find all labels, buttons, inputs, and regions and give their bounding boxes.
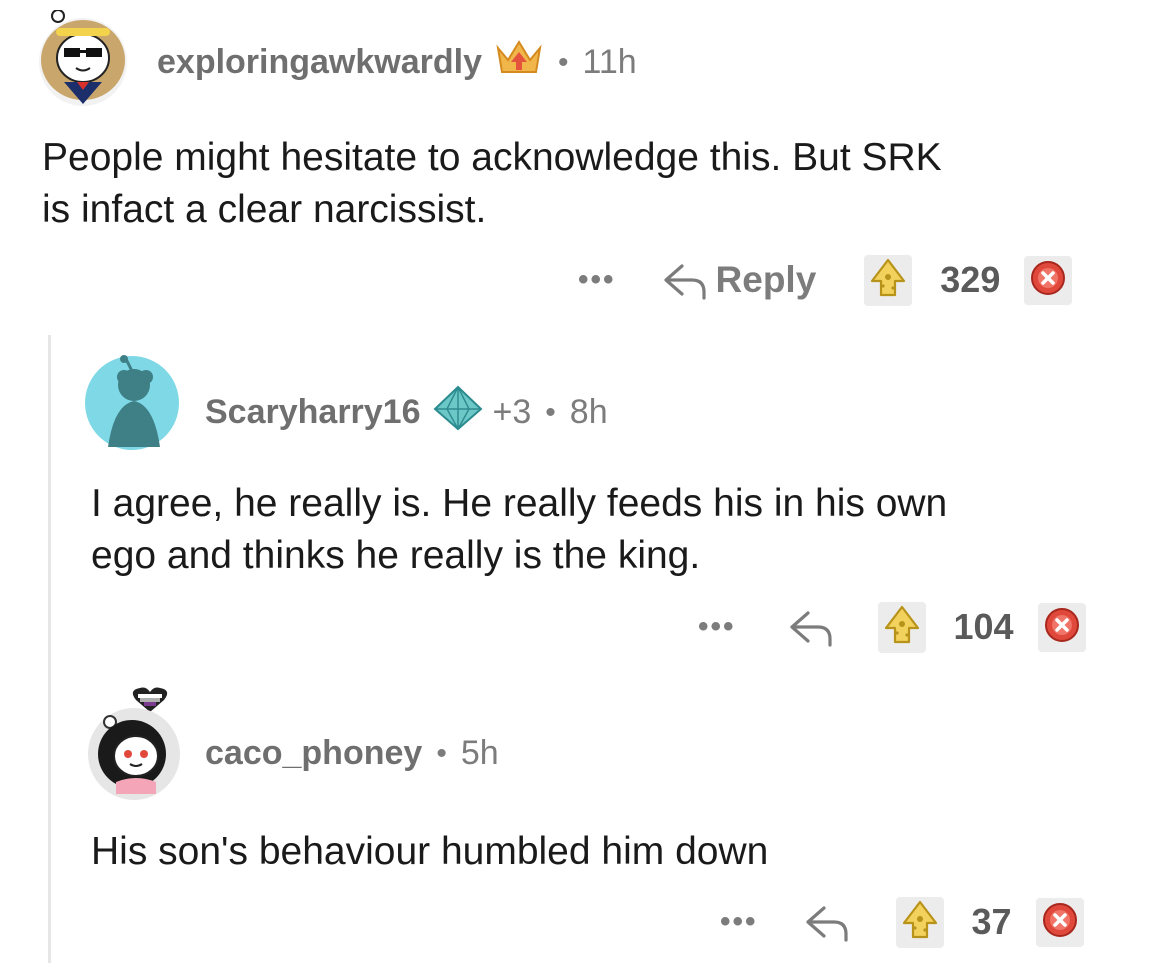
downvote-icon <box>1042 902 1077 937</box>
snoo-avatar-icon <box>85 355 179 450</box>
reply-button[interactable]: Reply <box>662 259 817 301</box>
reply-button[interactable] <box>788 607 834 647</box>
user-avatar-icon <box>39 9 127 106</box>
comment-text-line: is infact a clear narcissist. <box>42 188 487 231</box>
vote-controls: 37 <box>895 896 1084 948</box>
reply-button[interactable] <box>804 902 850 942</box>
downvote-button[interactable] <box>1024 255 1073 305</box>
comment-text-line: I agree, he really is. He really feeds h… <box>91 482 948 525</box>
upvote-icon <box>871 258 906 296</box>
diamond-pyramid-icon <box>433 385 483 440</box>
thread-line[interactable] <box>48 335 51 963</box>
avatar[interactable] <box>84 355 180 451</box>
separator-dot: • <box>436 736 447 770</box>
username[interactable]: Scaryharry16 <box>205 393 421 432</box>
comment-meta: exploringawkwardly • 11h <box>157 38 637 87</box>
upvote-button[interactable] <box>877 601 926 653</box>
reply-arrow-icon <box>663 264 706 300</box>
comment-body: His son's behaviour humbled him down <box>91 826 1151 878</box>
award-count[interactable]: +3 <box>493 393 532 432</box>
vote-controls: 329 <box>864 254 1073 306</box>
comment-meta: caco_phoney • 5h <box>205 734 499 773</box>
comment-text-line: ego and thinks he really is the king. <box>91 534 701 577</box>
separator-dot: • <box>558 45 569 79</box>
vote-score: 37 <box>971 901 1012 942</box>
comment-actions: ••• 104 <box>698 600 1086 654</box>
vote-score: 329 <box>940 259 1001 300</box>
timestamp: 11h <box>582 43 637 81</box>
comment-body: I agree, he really is. He really feeds h… <box>91 478 1151 582</box>
timestamp: 5h <box>460 734 499 772</box>
upvote-button[interactable] <box>895 896 944 948</box>
reply-arrow-icon <box>789 611 832 647</box>
comment-actions: ••• 37 <box>720 895 1084 949</box>
downvote-icon <box>1044 607 1079 642</box>
reply-label: Reply <box>715 259 817 300</box>
vote-score: 104 <box>953 606 1014 647</box>
timestamp: 8h <box>569 393 608 431</box>
comment-text-line: His son's behaviour humbled him down <box>91 830 769 873</box>
user-avatar-icon <box>88 687 180 800</box>
more-options-button[interactable]: ••• <box>698 610 736 644</box>
avatar[interactable] <box>34 9 132 108</box>
comment-actions: ••• Reply 329 <box>578 253 1073 307</box>
upvote-icon <box>902 900 937 938</box>
separator-dot: • <box>545 395 556 429</box>
upvote-icon <box>884 605 919 643</box>
upvote-button[interactable] <box>864 254 913 306</box>
upvote-crown-icon <box>494 38 544 87</box>
comment-text-line: People might hesitate to acknowledge thi… <box>42 136 942 179</box>
downvote-button[interactable] <box>1037 602 1086 652</box>
comment-meta: Scaryharry16 +3 • 8h <box>205 385 608 440</box>
comment-body: People might hesitate to acknowledge thi… <box>42 132 1152 236</box>
username[interactable]: exploringawkwardly <box>157 43 482 82</box>
downvote-icon <box>1031 260 1066 295</box>
vote-controls: 104 <box>877 601 1086 653</box>
more-options-button[interactable]: ••• <box>578 263 616 297</box>
downvote-button[interactable] <box>1035 897 1084 947</box>
more-options-button[interactable]: ••• <box>720 905 758 939</box>
avatar[interactable] <box>84 686 184 802</box>
username[interactable]: caco_phoney <box>205 734 422 773</box>
reply-arrow-icon <box>805 906 848 942</box>
